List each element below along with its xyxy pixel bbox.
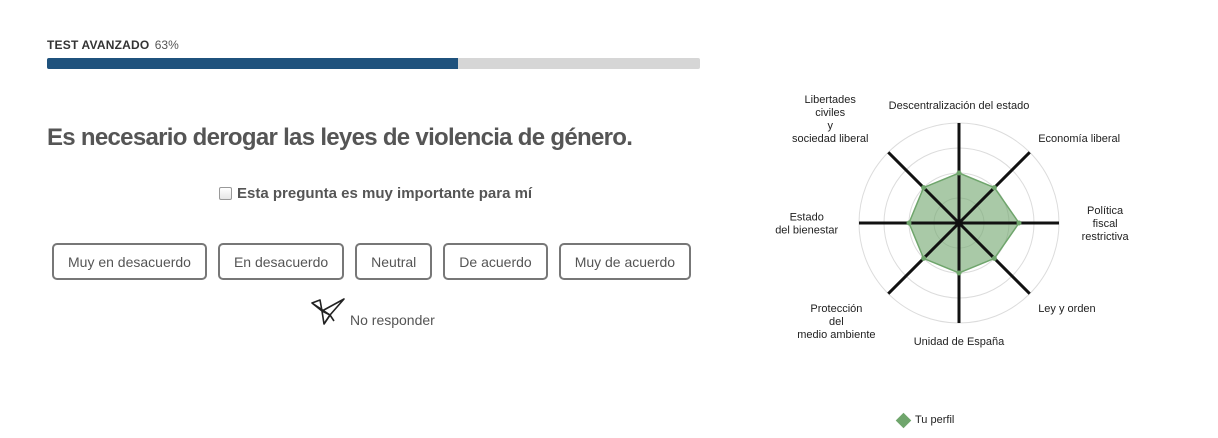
data-point: [921, 185, 927, 191]
axis-label-line: medio ambiente: [797, 329, 875, 341]
data-point: [921, 255, 927, 261]
neutral-button[interactable]: Neutral: [355, 243, 433, 280]
axis-label-line: Estado: [790, 212, 824, 224]
axis-label-line: civiles: [815, 107, 845, 119]
axis-label: Descentralización del estado: [889, 100, 1030, 112]
axis-label-line: Economía liberal: [1038, 133, 1120, 145]
skip-button[interactable]: No responder: [310, 297, 435, 328]
axis-label-line: fiscal: [1093, 218, 1118, 230]
axis-label-line: sociedad liberal: [792, 133, 868, 145]
axis-label-line: restrictiva: [1082, 231, 1130, 243]
importance-label: Esta pregunta es muy importante para mí: [237, 185, 533, 202]
data-point: [956, 170, 962, 176]
data-point: [991, 185, 997, 191]
chart-legend: Tu perfil: [895, 412, 955, 428]
axis-label-line: Descentralización del estado: [889, 100, 1030, 112]
legend-swatch: [895, 412, 912, 428]
axis-label-line: Política: [1087, 205, 1124, 217]
progress-title: TEST AVANZADO: [47, 38, 150, 52]
profile-radar-chart: Descentralización del estado Economía lib…: [775, 94, 1130, 348]
origami-bird-icon: [311, 298, 345, 325]
data-point: [1016, 220, 1022, 226]
data-point: [906, 220, 912, 226]
answer-options: Muy en desacuerdo En desacuerdo Neutral …: [52, 243, 692, 280]
axis-label-line: Unidad de España: [914, 336, 1005, 348]
axis-label: Protección del medio ambiente: [797, 303, 875, 341]
question-text: Es necesario derogar las leyes de violen…: [47, 124, 633, 151]
strongly-agree-button[interactable]: Muy de acuerdo: [558, 243, 692, 280]
axis-label: Libertades civiles y sociedad liberal: [792, 94, 868, 145]
progress-bar-fill: [47, 58, 459, 69]
axis-label-line: Ley y orden: [1038, 303, 1095, 315]
axis-label: Política fiscal restrictiva: [1082, 205, 1130, 243]
importance-checkbox[interactable]: Esta pregunta es muy importante para mí: [219, 185, 532, 202]
skip-label: No responder: [350, 312, 435, 328]
data-point: [956, 270, 962, 276]
checkbox-icon[interactable]: [219, 187, 232, 200]
axis-label: Ley y orden: [1038, 303, 1095, 315]
axis-label-line: del bienestar: [775, 225, 838, 237]
axis-label: Economía liberal: [1038, 133, 1120, 145]
progress-percent: 63%: [154, 38, 179, 52]
axis-label-line: y: [827, 120, 833, 132]
strongly-disagree-button[interactable]: Muy en desacuerdo: [52, 243, 207, 280]
agree-button[interactable]: De acuerdo: [443, 243, 548, 280]
legend-label: Tu perfil: [915, 414, 955, 426]
progress-header: TEST AVANZADO 63%: [47, 38, 179, 52]
axis-label: Unidad de España: [914, 336, 1005, 348]
axis-label-line: Libertades: [805, 94, 857, 106]
disagree-button[interactable]: En desacuerdo: [217, 243, 345, 280]
axis-label-line: del: [829, 316, 844, 328]
axis-label-line: Protección: [810, 303, 862, 315]
progress-bar: [47, 58, 700, 69]
axis-label: Estado del bienestar: [775, 212, 838, 237]
data-point: [991, 255, 997, 261]
